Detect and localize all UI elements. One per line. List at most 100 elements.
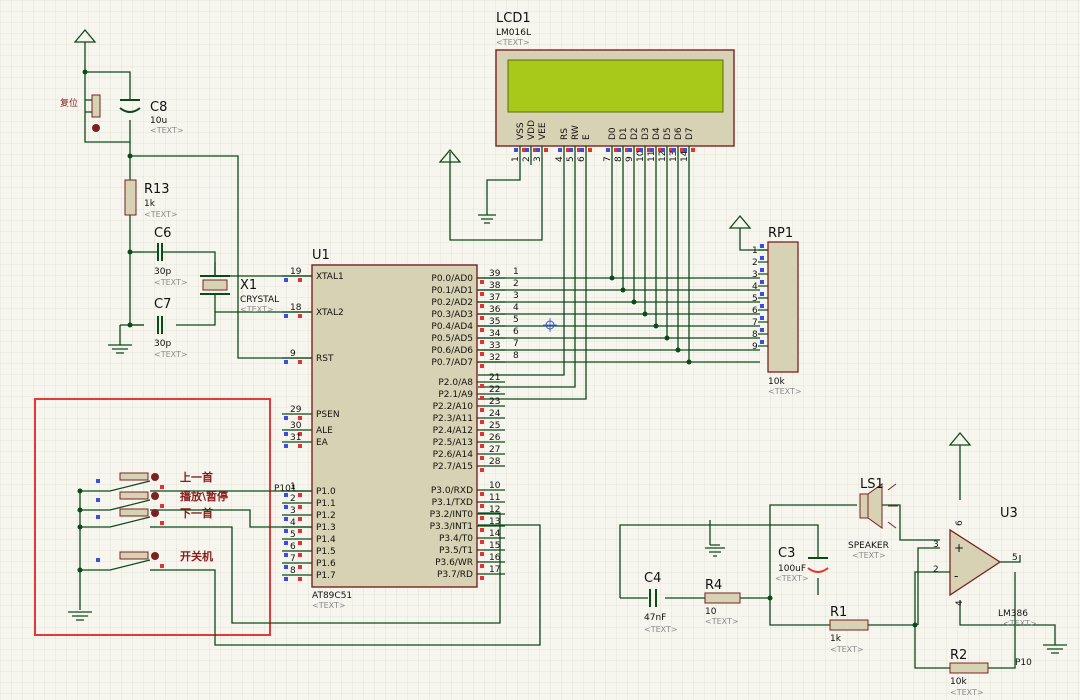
mcu-pin-p0-5-ad5: P0.5/AD5 — [431, 334, 473, 344]
mcu-pin-p2-7-a15: P2.7/A15 — [433, 462, 473, 472]
mcu-pin-p3-7-rd: P3.7/RD — [437, 570, 473, 580]
mcu-pin-number: 16 — [489, 553, 501, 563]
mcu-pin-number: 8 — [290, 566, 296, 576]
rp1-value: 10k — [768, 377, 785, 387]
mcu-pin-p2-3-a11: P2.3/A11 — [433, 414, 473, 424]
c3-value: 100uF — [778, 564, 806, 574]
mcu-pin-p2-5-a13: P2.5/A13 — [433, 438, 473, 448]
mcu-text: <TEXT> — [312, 601, 346, 610]
c8-value: 10u — [150, 116, 167, 126]
c4-value: 47nF — [644, 613, 666, 623]
mcu-pin-ale: ALE — [316, 426, 333, 436]
mcu-pin-p1.6: P1.6 — [316, 559, 336, 569]
lcd-pin-d6: D6 — [674, 127, 684, 140]
r4-text: <TEXT> — [705, 617, 739, 626]
mcu-pin-number: 2 — [290, 494, 296, 504]
ls1-text: <TEXT> — [852, 551, 886, 560]
u3-minus: - — [954, 569, 958, 583]
c7-ref: C7 — [154, 297, 171, 312]
lcd-pin-vss: VSS — [516, 122, 526, 140]
mcu-pin-p2-6-a14: P2.6/A14 — [433, 450, 474, 460]
mcu-pin-number: 21 — [489, 373, 500, 383]
mcu-pin-p0-3-ad3: P0.3/AD3 — [431, 310, 473, 320]
r1-value: 1k — [830, 634, 842, 644]
p0-wire-number: 2 — [513, 279, 519, 289]
rp1-pin-number: 8 — [752, 330, 758, 340]
mcu-pin-p0-2-ad2: P0.2/AD2 — [431, 298, 473, 308]
u3-model: LM386 — [998, 609, 1028, 619]
schematic-canvas: LCD1 LM016L <TEXT> VSS 1 VDD 2 VEE 3 RS 4 RW 5 E 6 D… — [0, 0, 1080, 700]
reset-label: 复位 — [60, 97, 78, 109]
x1-text: <TEXT> — [240, 305, 274, 314]
lcd-model: LM016L — [496, 28, 531, 38]
rp1-pin-number: 7 — [752, 318, 758, 328]
c7-value: 30p — [154, 339, 171, 349]
c6-text: <TEXT> — [154, 278, 188, 287]
u3-pin6: 6 — [955, 520, 965, 526]
mcu-pin-number: 22 — [489, 385, 500, 395]
mcu-pin-p1.3: P1.3 — [316, 523, 336, 533]
lcd-pin-d1: D1 — [619, 127, 629, 140]
r13-text: <TEXT> — [144, 210, 178, 219]
mcu-pin-number: 31 — [290, 433, 301, 443]
mcu-pin-xtal2: XTAL2 — [316, 308, 344, 318]
rp1-text: <TEXT> — [768, 387, 802, 396]
r13-value: 1k — [144, 199, 156, 209]
p0-wire-number: 8 — [513, 351, 519, 361]
p0-wire-number: 5 — [513, 315, 519, 325]
r2-net: P10 — [1015, 658, 1032, 668]
mcu-pin-number: 15 — [489, 541, 500, 551]
mcu-pin-p3-5-t1: P3.5/T1 — [439, 546, 473, 556]
lcd-pin-vee: VEE — [538, 122, 548, 140]
mcu-pin-p1.0: P1.0 — [316, 487, 336, 497]
r13-ref: R13 — [144, 182, 170, 197]
mcu-pin-p1.7: P1.7 — [316, 571, 336, 581]
lcd-pin-d7: D7 — [685, 127, 695, 140]
mcu-pin-number: 27 — [489, 445, 500, 455]
rp1-body — [767, 241, 799, 373]
mcu-pin-xtal1: XTAL1 — [316, 272, 344, 282]
lcd-pin-d2: D2 — [630, 127, 640, 140]
mcu-pin-p0-1-ad1: P0.1/AD1 — [431, 286, 473, 296]
mcu-pin-rst: RST — [316, 354, 334, 364]
u3-pin5: 5 — [1012, 553, 1018, 563]
p0-wire-number: 7 — [513, 339, 519, 349]
mcu-pin-number: 24 — [489, 409, 501, 419]
r4-ref: R4 — [705, 578, 722, 593]
mcu-pin-number: 14 — [489, 529, 501, 539]
u3-text: <TEXT> — [1003, 619, 1037, 628]
x1-value: CRYSTAL — [240, 295, 279, 305]
mcu-pin-number: 28 — [489, 457, 501, 467]
c3-ref: C3 — [778, 546, 795, 561]
button-label: 上一首 — [180, 470, 213, 484]
mcu-pin-p1.1: P1.1 — [316, 499, 336, 509]
mcu-pin-number: 3 — [290, 506, 296, 516]
mcu-pin-number: 5 — [290, 530, 296, 540]
button-label: 开关机 — [180, 549, 213, 563]
mcu-pin-number: 11 — [489, 493, 500, 503]
mcu-pin-p3-2-int0: P3.2/INT0 — [430, 510, 474, 520]
mcu-pin-number: 17 — [489, 565, 500, 575]
mcu-pin-number: 30 — [290, 421, 302, 431]
u3-pin2: 2 — [933, 565, 939, 575]
p0-wire-number: 4 — [513, 303, 519, 313]
mcu-pin-p0-0-ad0: P0.0/AD0 — [431, 274, 473, 284]
c8-text: <TEXT> — [150, 126, 184, 135]
mcu-pin-p1.5: P1.5 — [316, 547, 336, 557]
rp1-pin-number: 1 — [752, 246, 758, 256]
mcu-pin-p2-4-a12: P2.4/A12 — [433, 426, 473, 436]
r1-text: <TEXT> — [830, 645, 864, 654]
lcd-pin-rs: RS — [560, 128, 570, 140]
button-label: 下一首 — [180, 506, 213, 520]
c7-text: <TEXT> — [154, 350, 188, 359]
lcd-pin-d5: D5 — [663, 127, 673, 140]
lcd-pin-d4: D4 — [652, 127, 662, 140]
mcu-pin-p3-6-wr: P3.6/WR — [435, 558, 473, 568]
r2-ref: R2 — [950, 648, 967, 663]
r2-value: 10k — [950, 677, 967, 687]
ls1-value: SPEAKER — [848, 541, 889, 551]
x1-ref: X1 — [240, 278, 257, 293]
u3-plus: + — [954, 541, 964, 555]
u3-ref: U3 — [1000, 506, 1018, 521]
lcd-screen — [507, 59, 724, 113]
